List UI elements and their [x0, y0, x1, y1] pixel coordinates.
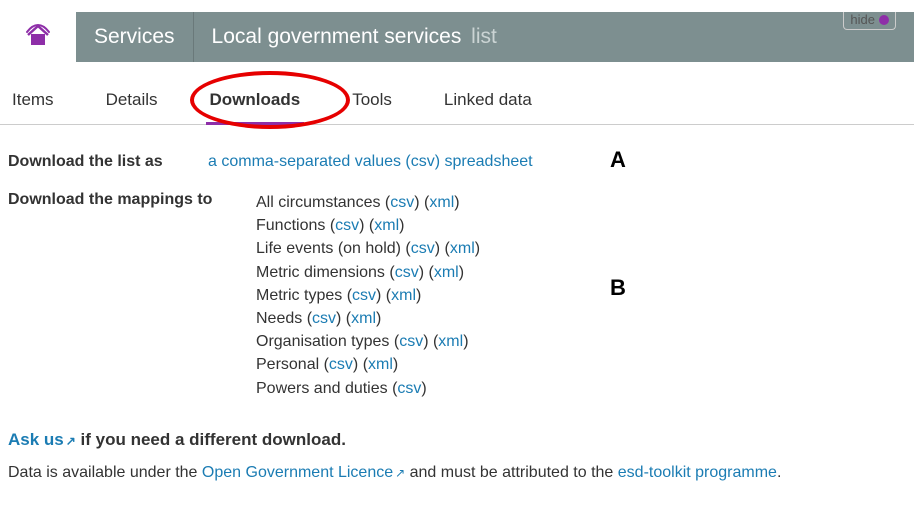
mapping-row: Life events (on hold) (csv) (xml)	[256, 237, 906, 260]
external-link-icon: ↗	[395, 466, 405, 480]
mapping-name: Life events (on hold)	[256, 240, 405, 257]
mapping-row: Powers and duties (csv)	[256, 377, 906, 400]
page-title-text: Local government services	[212, 25, 462, 48]
mapping-name: Powers and duties	[256, 380, 392, 397]
mapping-csv-link[interactable]: csv	[352, 287, 376, 304]
hide-label: hide	[850, 12, 875, 27]
esd-link[interactable]: esd-toolkit programme	[618, 464, 777, 481]
external-link-icon: ↗	[66, 434, 76, 448]
download-mappings-section: Download the mappings to All circumstanc…	[8, 191, 906, 400]
ogl-text: Open Government Licence	[202, 464, 393, 481]
licence-end: .	[777, 464, 781, 481]
download-csv-link[interactable]: a comma-separated values (csv) spreadshe…	[208, 153, 533, 171]
mapping-row: Organisation types (csv) (xml)	[256, 330, 906, 353]
ask-us-text: Ask us	[8, 430, 64, 449]
ogl-link[interactable]: Open Government Licence↗	[202, 464, 405, 481]
mapping-xml-link[interactable]: xml	[391, 287, 416, 304]
tabs: Items Details Downloads Tools Linked dat…	[0, 72, 914, 125]
mapping-xml-link[interactable]: xml	[368, 356, 393, 373]
tab-downloads[interactable]: Downloads	[206, 72, 305, 125]
content: A B Download the list as a comma-separat…	[0, 125, 914, 502]
mapping-xml-link[interactable]: xml	[429, 194, 454, 211]
mapping-xml-link[interactable]: xml	[351, 310, 376, 327]
licence-line: Data is available under the Open Governm…	[8, 464, 906, 482]
mapping-row: Personal (csv) (xml)	[256, 353, 906, 376]
mapping-row: All circumstances (csv) (xml)	[256, 191, 906, 214]
mapping-name: Metric dimensions	[256, 264, 389, 281]
tab-linked-data[interactable]: Linked data	[440, 72, 536, 124]
download-list-label: Download the list as	[8, 153, 208, 171]
annotation-a: A	[610, 147, 626, 173]
home-button[interactable]	[0, 12, 76, 62]
mapping-name: Needs	[256, 310, 307, 327]
bar-rest: Services Local government services list	[76, 12, 914, 62]
mapping-csv-link[interactable]: csv	[390, 194, 414, 211]
hide-dot-icon	[879, 15, 889, 25]
tab-tools[interactable]: Tools	[348, 72, 396, 124]
mapping-row: Functions (csv) (xml)	[256, 214, 906, 237]
mapping-name: Organisation types	[256, 333, 394, 350]
mapping-csv-link[interactable]: csv	[399, 333, 423, 350]
hide-toggle[interactable]: hide	[843, 12, 896, 30]
mapping-name: Metric types	[256, 287, 347, 304]
home-icon	[25, 23, 51, 52]
download-mappings-label: Download the mappings to	[8, 191, 256, 209]
mapping-row: Metric types (csv) (xml)	[256, 284, 906, 307]
download-list-section: Download the list as a comma-separated v…	[8, 153, 906, 171]
services-breadcrumb[interactable]: Services	[76, 12, 194, 62]
mapping-csv-link[interactable]: csv	[397, 380, 421, 397]
mapping-name: Functions	[256, 217, 330, 234]
mapping-csv-link[interactable]: csv	[312, 310, 336, 327]
mapping-xml-link[interactable]: xml	[434, 264, 459, 281]
licence-mid: and must be attributed to the	[405, 464, 618, 481]
top-bar: Services Local government services list	[0, 12, 914, 62]
mapping-name: Personal	[256, 356, 324, 373]
licence-pre: Data is available under the	[8, 464, 202, 481]
mapping-xml-link[interactable]: xml	[374, 217, 399, 234]
mapping-row: Needs (csv) (xml)	[256, 307, 906, 330]
mapping-csv-link[interactable]: csv	[395, 264, 419, 281]
ask-line: Ask us↗ if you need a different download…	[8, 430, 906, 450]
mapping-row: Metric dimensions (csv) (xml)	[256, 261, 906, 284]
tab-items[interactable]: Items	[8, 72, 58, 124]
mapping-csv-link[interactable]: csv	[329, 356, 353, 373]
ask-us-link[interactable]: Ask us↗	[8, 430, 76, 449]
ask-rest: if you need a different download.	[76, 430, 346, 449]
mapping-csv-link[interactable]: csv	[411, 240, 435, 257]
page-title-suffix: list	[471, 25, 497, 48]
page-title: Local government services list	[194, 25, 497, 49]
mapping-xml-link[interactable]: xml	[450, 240, 475, 257]
mapping-name: All circumstances	[256, 194, 385, 211]
services-label: Services	[94, 25, 175, 49]
mapping-list: All circumstances (csv) (xml)Functions (…	[256, 191, 906, 400]
annotation-b: B	[610, 275, 626, 301]
mapping-csv-link[interactable]: csv	[335, 217, 359, 234]
tab-details[interactable]: Details	[102, 72, 162, 124]
mapping-xml-link[interactable]: xml	[438, 333, 463, 350]
